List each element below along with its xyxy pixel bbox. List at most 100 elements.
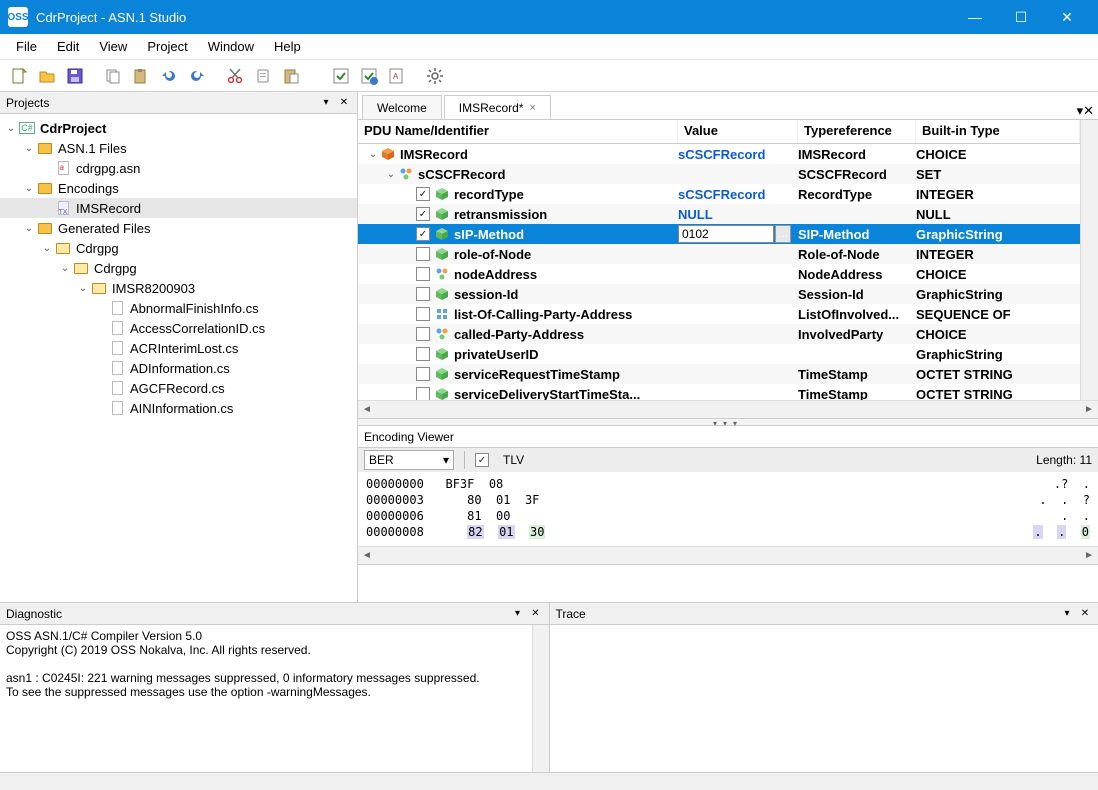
checkbox-srts[interactable]: [416, 367, 430, 381]
new-project-icon[interactable]: [6, 63, 32, 89]
pdu-grid[interactable]: PDU Name/Identifier Value Typereference …: [358, 120, 1080, 400]
open-icon[interactable]: [34, 63, 60, 89]
grid-row-5[interactable]: role-of-Node Role-of-Node INTEGER: [358, 244, 1080, 264]
redo-icon[interactable]: [184, 63, 210, 89]
clipboard-copy-icon[interactable]: [250, 63, 276, 89]
encoding-viewer-panel: Encoding Viewer BER▾ TLV Length: 11 .? .…: [358, 426, 1098, 565]
grid-h-value[interactable]: Value: [678, 120, 798, 143]
tlv-checkbox[interactable]: [475, 453, 489, 467]
checkbox-calling-party[interactable]: [416, 307, 430, 321]
grid-row-8[interactable]: list-Of-Calling-Party-Address ListOfInvo…: [358, 304, 1080, 324]
maximize-button[interactable]: ☐: [998, 0, 1044, 34]
menu-view[interactable]: View: [89, 37, 137, 56]
tab-welcome[interactable]: Welcome: [362, 95, 442, 119]
grid-vertical-scrollbar[interactable]: [1080, 120, 1098, 400]
grid-row-12[interactable]: serviceDeliveryStartTimeSta... TimeStamp…: [358, 384, 1080, 400]
menu-edit[interactable]: Edit: [47, 37, 89, 56]
grid-row-0[interactable]: ⌄IMSRecord sCSCFRecord IMSRecord CHOICE: [358, 144, 1080, 164]
diagnostic-menu-icon[interactable]: ▾: [511, 607, 525, 621]
grid-row-11[interactable]: serviceRequestTimeStamp TimeStamp OCTET …: [358, 364, 1080, 384]
svg-text:A: A: [393, 72, 399, 81]
title-bar: OSS CdrProject - ASN.1 Studio — ☐ ✕: [0, 0, 1098, 34]
grid-row-4[interactable]: sIP-Method … SIP-Method GraphicString: [358, 224, 1080, 244]
tree-cdrgpg-2[interactable]: ⌄Cdrgpg: [0, 258, 357, 278]
validate-icon[interactable]: [328, 63, 354, 89]
hex-horizontal-scrollbar[interactable]: ◄►: [358, 546, 1098, 564]
checkbox-sdsts[interactable]: [416, 387, 430, 400]
checkbox-recordtype[interactable]: [416, 187, 430, 201]
diagnostic-text[interactable]: OSS ASN.1/C# Compiler Version 5.0 Copyri…: [0, 625, 549, 772]
tree-file-2[interactable]: AccessCorrelationID.cs: [0, 318, 357, 338]
trace-menu-icon[interactable]: ▾: [1060, 607, 1074, 621]
tree-file-5[interactable]: AGCFRecord.cs: [0, 378, 357, 398]
close-button[interactable]: ✕: [1044, 0, 1090, 34]
checkbox-sip-method[interactable]: [416, 227, 430, 241]
clipboard-paste-icon[interactable]: [278, 63, 304, 89]
tree-cdrgpg-1[interactable]: ⌄Cdrgpg: [0, 238, 357, 258]
menu-window[interactable]: Window: [198, 37, 264, 56]
minimize-button[interactable]: —: [952, 0, 998, 34]
projects-close-icon[interactable]: ✕: [337, 96, 351, 110]
tree-file-3[interactable]: ACRInterimLost.cs: [0, 338, 357, 358]
window-title: CdrProject - ASN.1 Studio: [36, 10, 186, 25]
tabbar-close-icon[interactable]: ✕: [1083, 103, 1094, 119]
menu-bar: File Edit View Project Window Help: [0, 34, 1098, 60]
menu-help[interactable]: Help: [264, 37, 311, 56]
checkbox-session-id[interactable]: [416, 287, 430, 301]
checkbox-called-party[interactable]: [416, 327, 430, 341]
settings-icon[interactable]: [422, 63, 448, 89]
grid-row-3[interactable]: retransmission NULL NULL: [358, 204, 1080, 224]
tree-file-4[interactable]: ADInformation.cs: [0, 358, 357, 378]
grid-row-9[interactable]: called-Party-Address InvolvedParty CHOIC…: [358, 324, 1080, 344]
copy-icon[interactable]: [100, 63, 126, 89]
value-ellipsis-button[interactable]: …: [775, 225, 791, 243]
menu-project[interactable]: Project: [137, 37, 197, 56]
tab-imsrecord[interactable]: IMSRecord*×: [444, 95, 551, 119]
grid-h-typeref[interactable]: Typereference: [798, 120, 916, 143]
grid-h-name[interactable]: PDU Name/Identifier: [358, 120, 678, 143]
trace-body[interactable]: [550, 625, 1098, 772]
tree-imsr[interactable]: ⌄IMSR8200903: [0, 278, 357, 298]
paste-icon[interactable]: [128, 63, 154, 89]
cut-icon[interactable]: [222, 63, 248, 89]
grid-h-builtin[interactable]: Built-in Type: [916, 120, 1080, 143]
grid-horizontal-scrollbar[interactable]: ◄►: [358, 400, 1098, 418]
hex-view[interactable]: .? . . . ? . . . . 000000000 BF3F 08 000…: [358, 472, 1098, 546]
tree-asn-file[interactable]: acdrgpg.asn: [0, 158, 357, 178]
pdu-grid-wrap: PDU Name/Identifier Value Typereference …: [358, 120, 1098, 400]
projects-menu-icon[interactable]: ▾: [319, 96, 333, 110]
grid-row-10[interactable]: privateUserID GraphicString: [358, 344, 1080, 364]
grid-row-7[interactable]: session-Id Session-Id GraphicString: [358, 284, 1080, 304]
menu-file[interactable]: File: [6, 37, 47, 56]
horizontal-splitter[interactable]: ▾▾▾: [358, 418, 1098, 426]
compile-icon[interactable]: A: [384, 63, 410, 89]
trace-close-icon[interactable]: ✕: [1078, 607, 1092, 621]
tree-root[interactable]: ⌄C#CdrProject: [0, 118, 357, 138]
tree-imsrecord[interactable]: TXIMSRecord: [0, 198, 357, 218]
tree-encodings[interactable]: ⌄Encodings: [0, 178, 357, 198]
save-icon[interactable]: [62, 63, 88, 89]
project-tree[interactable]: ⌄C#CdrProject ⌄ASN.1 Files acdrgpg.asn ⌄…: [0, 114, 357, 612]
run-icon[interactable]: [356, 63, 382, 89]
tree-file-1[interactable]: AbnormalFinishInfo.cs: [0, 298, 357, 318]
encoding-codec-select[interactable]: BER▾: [364, 450, 454, 470]
diagnostic-close-icon[interactable]: ✕: [529, 607, 543, 621]
tree-file-6[interactable]: AINInformation.cs: [0, 398, 357, 418]
encoding-title: Encoding Viewer: [364, 430, 454, 444]
checkbox-privateuserid[interactable]: [416, 347, 430, 361]
grid-row-6[interactable]: nodeAddress NodeAddress CHOICE: [358, 264, 1080, 284]
grid-row-2[interactable]: recordType sCSCFRecord RecordType INTEGE…: [358, 184, 1080, 204]
diagnostic-scrollbar[interactable]: [532, 625, 549, 772]
tab-close-icon[interactable]: ×: [529, 102, 535, 114]
sip-method-value-input[interactable]: [678, 225, 774, 243]
trace-panel: Trace ▾ ✕: [550, 603, 1098, 772]
checkbox-nodeaddress[interactable]: [416, 267, 430, 281]
tlv-label: TLV: [503, 453, 524, 467]
tree-asn1-files[interactable]: ⌄ASN.1 Files: [0, 138, 357, 158]
bottom-panels: Diagnostic ▾ ✕ OSS ASN.1/C# Compiler Ver…: [0, 602, 1098, 772]
tree-generated[interactable]: ⌄Generated Files: [0, 218, 357, 238]
grid-row-1[interactable]: ⌄sCSCFRecord SCSCFRecord SET: [358, 164, 1080, 184]
checkbox-role-of-node[interactable]: [416, 247, 430, 261]
checkbox-retransmission[interactable]: [416, 207, 430, 221]
undo-icon[interactable]: [156, 63, 182, 89]
